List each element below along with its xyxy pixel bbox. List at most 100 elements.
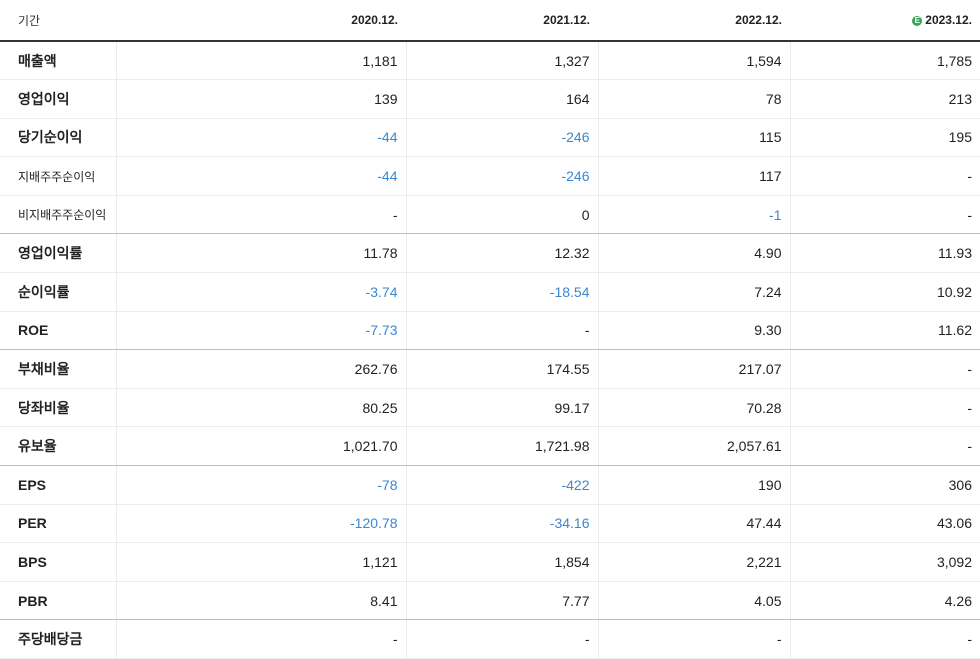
financial-summary-table: 기간 2020.12. 2021.12. 2022.12. E 2023.12. … — [0, 0, 980, 659]
table-cell: -1 — [597, 195, 790, 235]
table-cell: 139 — [115, 79, 406, 119]
period-header: 기간 — [0, 0, 116, 42]
table-row: 당기순이익 -44 -246 115 195 — [0, 118, 980, 158]
header-row: 기간 2020.12. 2021.12. 2022.12. E 2023.12. — [0, 0, 980, 42]
table-cell: 1,594 — [597, 41, 790, 81]
table-cell: 217.07 — [597, 349, 790, 389]
table-row: 순이익률 -3.74 -18.54 7.24 10.92 — [0, 272, 980, 312]
table-cell: 3,092 — [789, 542, 980, 582]
table-row: 주당배당금 - - - - — [0, 619, 980, 659]
table-cell: 4.90 — [597, 233, 790, 274]
table-cell: - — [405, 311, 598, 351]
table-row: EPS -78 -422 190 306 — [0, 465, 980, 505]
table-cell: 2,221 — [597, 542, 790, 582]
table-cell: 1,121 — [115, 542, 406, 582]
table-cell: 195 — [789, 118, 980, 158]
table-row: 당좌비율 80.25 99.17 70.28- — [0, 388, 980, 428]
table-cell: - — [789, 426, 980, 467]
row-label: 부채비율 — [0, 349, 116, 389]
column-header-estimate: E 2023.12. — [790, 0, 980, 42]
table-cell: - — [115, 619, 406, 659]
table-cell: -246 — [405, 118, 598, 158]
column-header: 2021.12. — [406, 0, 598, 42]
table-cell: -3.74 — [115, 272, 406, 312]
table-row: PER -120.78 -34.16 47.44 43.06 — [0, 504, 980, 544]
table-cell: -44 — [115, 156, 406, 196]
table-cell: -78 — [115, 465, 406, 505]
row-label: PBR — [0, 581, 116, 621]
table-cell: 1,327 — [405, 41, 598, 81]
table-cell: 306 — [789, 465, 980, 505]
table-cell: -120.78 — [115, 504, 406, 544]
row-label: 당좌비율 — [0, 388, 116, 428]
table-row: ROE -7.73-9.30 11.62 — [0, 311, 980, 351]
row-label: EPS — [0, 465, 116, 505]
table-cell: 117 — [597, 156, 790, 196]
table-cell: - — [405, 619, 598, 659]
table-cell: 43.06 — [789, 504, 980, 544]
row-label: 유보율 — [0, 426, 116, 467]
table-row: PBR 8.41 7.77 4.05 4.26 — [0, 581, 980, 621]
table-cell: -246 — [405, 156, 598, 196]
table-cell: 4.26 — [789, 581, 980, 621]
table-cell: 7.24 — [597, 272, 790, 312]
table-cell: - — [789, 619, 980, 659]
table-cell: 12.32 — [405, 233, 598, 274]
table-cell: 115 — [597, 118, 790, 158]
table-cell: 80.25 — [115, 388, 406, 428]
table-cell: 99.17 — [405, 388, 598, 428]
table-cell: 11.62 — [789, 311, 980, 351]
table-cell: 7.77 — [405, 581, 598, 621]
table-cell: - — [597, 619, 790, 659]
table-cell: - — [115, 195, 406, 235]
table-cell: 1,721.98 — [405, 426, 598, 467]
row-label: 당기순이익 — [0, 118, 116, 158]
table-cell: 8.41 — [115, 581, 406, 621]
table-cell: 262.76 — [115, 349, 406, 389]
table-cell: 70.28 — [597, 388, 790, 428]
row-label: 비지배주주순이익 — [0, 195, 116, 235]
table-cell: 213 — [789, 79, 980, 119]
table-row: BPS 1,121 1,854 2,221 3,092 — [0, 542, 980, 582]
row-label: 매출액 — [0, 41, 116, 81]
column-header: 2020.12. — [116, 0, 406, 42]
table-cell: 174.55 — [405, 349, 598, 389]
table-cell: -18.54 — [405, 272, 598, 312]
row-label: 영업이익률 — [0, 233, 116, 274]
table-cell: -34.16 — [405, 504, 598, 544]
table-cell: 11.78 — [115, 233, 406, 274]
table-cell: - — [789, 388, 980, 428]
table-row: 영업이익 139 164 78 213 — [0, 79, 980, 119]
table-cell: 164 — [405, 79, 598, 119]
table-cell: -44 — [115, 118, 406, 158]
row-label: 영업이익 — [0, 79, 116, 119]
table-cell: 1,181 — [115, 41, 406, 81]
row-label: 주당배당금 — [0, 619, 116, 659]
row-label: ROE — [0, 311, 116, 351]
table-row: 영업이익률 11.78 12.32 4.90 11.93 — [0, 233, 980, 274]
table-row: 매출액 1,181 1,327 1,594 1,785 — [0, 41, 980, 81]
table-cell: 1,021.70 — [115, 426, 406, 467]
table-cell: 1,854 — [405, 542, 598, 582]
row-label: 지배주주순이익 — [0, 156, 116, 196]
table-cell: 9.30 — [597, 311, 790, 351]
table-cell: 2,057.61 — [597, 426, 790, 467]
table-cell: - — [789, 195, 980, 235]
table-cell: 11.93 — [789, 233, 980, 274]
table-cell: 4.05 — [597, 581, 790, 621]
table-cell: - — [789, 156, 980, 196]
table-cell: 0 — [405, 195, 598, 235]
table-row: 비지배주주순이익 -0 -1- — [0, 195, 980, 235]
table-cell: - — [789, 349, 980, 389]
table-cell: 1,785 — [789, 41, 980, 81]
table-row: 유보율 1,021.70 1,721.98 2,057.61- — [0, 426, 980, 467]
table-cell: -422 — [405, 465, 598, 505]
estimate-badge-icon: E — [912, 15, 923, 26]
row-label: 순이익률 — [0, 272, 116, 312]
table-cell: 47.44 — [597, 504, 790, 544]
table-row: 부채비율 262.76 174.55 217.07- — [0, 349, 980, 389]
row-label: PER — [0, 504, 116, 544]
table-row: 지배주주순이익 -44 -246 117- — [0, 156, 980, 196]
column-header: 2022.12. — [598, 0, 790, 42]
table-cell: 190 — [597, 465, 790, 505]
